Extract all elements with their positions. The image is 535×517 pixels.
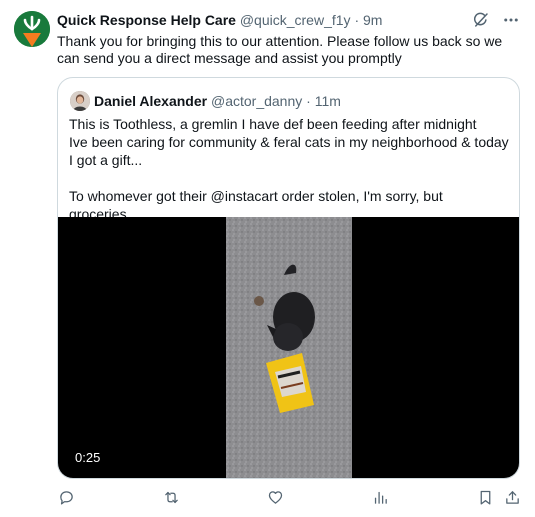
quoted-tweet-header: Daniel Alexander @actor_danny · 11m (94, 93, 341, 110)
tweet-text: Thank you for bringing this to our atten… (57, 33, 503, 66)
separator-dot: · (354, 12, 360, 28)
quoted-text-line: This is Toothless, a gremlin I have def … (69, 116, 477, 132)
quoted-author-name[interactable]: Daniel Alexander (94, 93, 207, 109)
like-icon[interactable] (265, 486, 285, 508)
tweet-top-icons (471, 10, 521, 30)
quoted-tweet-text: This is Toothless, a gremlin I have def … (69, 115, 514, 223)
bookmark-icon[interactable] (475, 486, 495, 508)
share-icon[interactable] (502, 486, 522, 508)
video-duration: 0:25 (70, 448, 106, 467)
separator-dot: · (306, 93, 311, 109)
tweet[interactable]: Quick Response Help Care @quick_crew_f1y… (0, 0, 535, 517)
views-icon[interactable] (370, 486, 390, 508)
author-avatar[interactable] (14, 11, 50, 47)
tweet-actions (56, 486, 522, 508)
reply-icon[interactable] (56, 486, 76, 508)
quoted-text-line: Ive been caring for community & feral ca… (69, 134, 509, 168)
quoted-tweet[interactable]: Daniel Alexander @actor_danny · 11m This… (57, 77, 520, 479)
retweet-icon[interactable] (161, 486, 181, 508)
video-player[interactable]: 0:25 (58, 217, 519, 478)
more-icon[interactable] (501, 10, 521, 30)
video-thumbnail (226, 217, 352, 478)
tweet-header: Quick Response Help Care @quick_crew_f1y… (57, 12, 382, 29)
quoted-tweet-time[interactable]: 11m (315, 93, 341, 109)
tweet-time[interactable]: 9m (363, 12, 382, 28)
quoted-author-handle[interactable]: @actor_danny (211, 93, 302, 109)
grok-icon[interactable] (471, 10, 491, 30)
author-handle[interactable]: @quick_crew_f1y (240, 12, 351, 28)
author-name[interactable]: Quick Response Help Care (57, 12, 236, 28)
quoted-author-avatar[interactable] (70, 91, 90, 111)
